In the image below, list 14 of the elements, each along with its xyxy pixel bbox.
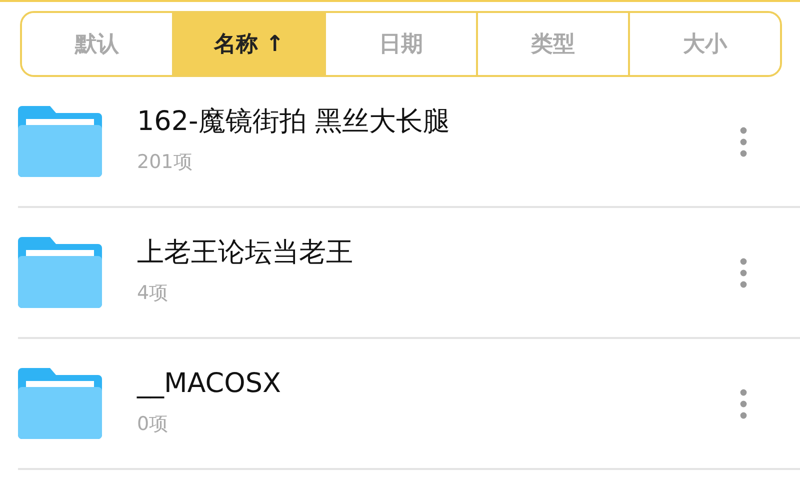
sort-tab[interactable]: 大小 [628,13,780,75]
folder-icon [18,106,102,177]
folder-name: 162-魔镜街拍 黑丝大长腿 [137,106,451,138]
more-icon [740,258,747,288]
sort-tab[interactable]: 名称 ↑ [172,13,324,75]
folder-name: __MACOSX [137,368,282,400]
item-count: 4项 [137,281,168,306]
more-icon [740,126,747,156]
folder-icon [18,368,102,439]
folder-icon [18,237,102,308]
item-count: 201项 [137,150,192,176]
more-icon [740,388,747,418]
item-count: 0项 [137,412,168,438]
folder-name: 上老王论坛当老王 [137,237,354,270]
